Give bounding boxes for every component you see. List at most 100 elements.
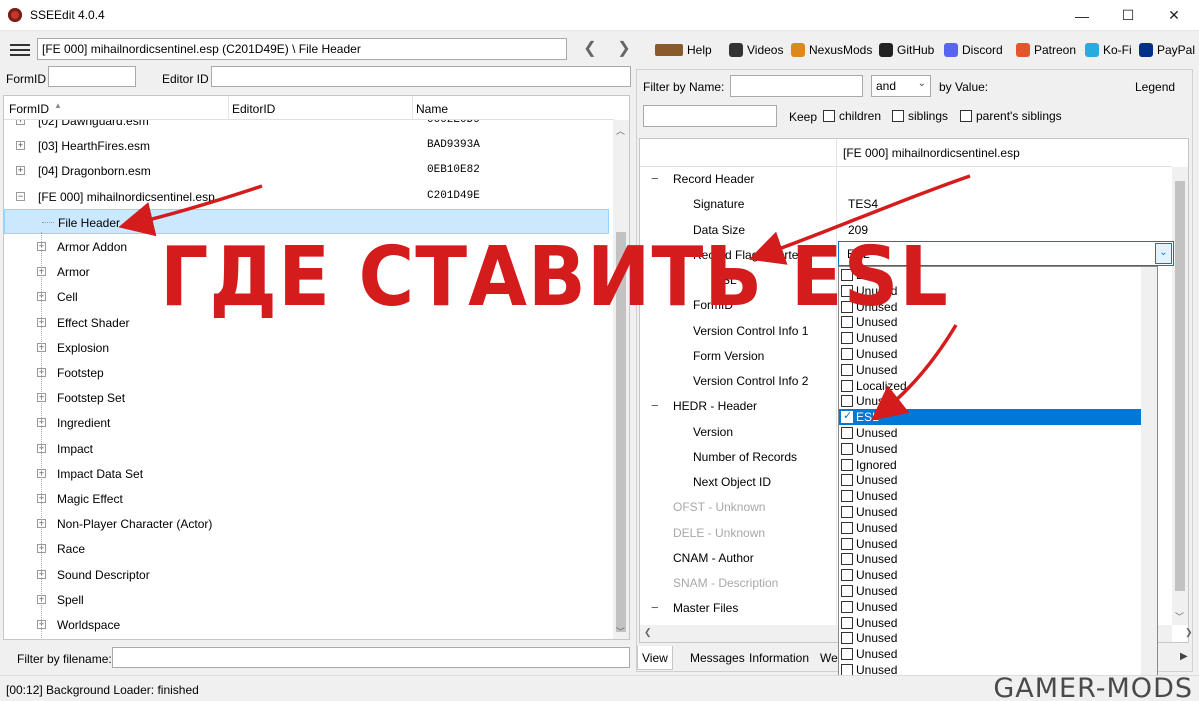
collapse-icon[interactable]: − <box>651 600 659 615</box>
checkbox-icon[interactable] <box>841 474 853 487</box>
tree-row[interactable]: + Footstep Set <box>4 385 609 410</box>
checkbox-icon[interactable] <box>841 585 853 597</box>
toolbar-link-videos[interactable]: Videos <box>729 41 783 59</box>
maximize-button[interactable]: ☐ <box>1105 0 1151 31</box>
tree-row[interactable]: + Armor <box>4 259 609 284</box>
checkbox-icon[interactable] <box>841 379 853 392</box>
collapse-icon[interactable]: − <box>16 191 25 201</box>
tree-row[interactable]: + Non-Player Character (Actor) <box>4 511 609 536</box>
flag-option[interactable]: Unused <box>839 299 1157 315</box>
expand-icon[interactable]: + <box>16 141 25 151</box>
tree-row[interactable]: + Explosion <box>4 335 609 360</box>
tree-row[interactable]: + Armor Addon <box>4 234 609 259</box>
record-row[interactable]: − Record Header <box>640 167 1160 191</box>
flag-option[interactable]: Unused <box>839 283 1157 299</box>
tree-row[interactable]: + [03] HearthFires.esm BAD9393A <box>4 133 609 158</box>
flag-option[interactable]: Unused <box>839 615 1157 631</box>
tree-row[interactable]: − [FE 000] mihailnordicsentinel.esp C201D4… <box>4 184 609 209</box>
checkbox-icon[interactable] <box>841 648 853 661</box>
collapse-icon[interactable]: − <box>671 247 679 262</box>
flag-option[interactable]: Unused <box>839 504 1157 520</box>
tree-row[interactable]: + [04] Dragonborn.esm 0EB10E82 <box>4 158 609 183</box>
tree-row[interactable]: + Impact Data Set <box>4 461 609 486</box>
checkbox-icon[interactable] <box>841 506 853 518</box>
toolbar-link-kofi[interactable]: Ko-Fi <box>1085 41 1132 59</box>
navigation-tree[interactable]: FormID ▲ EditorID Name + [02] Dawnguard.e… <box>3 95 630 640</box>
flag-option[interactable]: Unused <box>839 330 1157 346</box>
flag-option[interactable]: Unused <box>839 425 1157 441</box>
checkbox-checked-icon[interactable] <box>841 409 853 424</box>
checkbox-icon[interactable] <box>841 537 853 550</box>
checkbox-icon[interactable] <box>841 332 853 345</box>
close-button[interactable]: ✕ <box>1151 0 1197 31</box>
tab-messages[interactable]: Messages <box>686 646 749 670</box>
checkbox-icon[interactable] <box>841 316 853 329</box>
flag-option[interactable]: Unused <box>839 599 1157 615</box>
flag-option[interactable]: Unused <box>839 520 1157 536</box>
checkbox-icon[interactable] <box>841 600 853 613</box>
toolbar-link-paypal[interactable]: PayPal <box>1139 41 1195 59</box>
flag-option[interactable]: Unused <box>839 536 1157 552</box>
flag-option[interactable]: Unused <box>839 583 1157 599</box>
editorid-input[interactable] <box>211 66 631 87</box>
keep-siblings-checkbox[interactable]: siblings <box>892 109 948 123</box>
tab-information[interactable]: Information <box>745 646 813 670</box>
col-name[interactable]: Name <box>416 102 448 116</box>
record-scrollbar[interactable]: ﹀ <box>1172 167 1188 625</box>
dropdown-scrollbar[interactable] <box>1141 267 1157 701</box>
checkbox-icon[interactable] <box>841 395 853 408</box>
flag-option[interactable]: Unused <box>839 441 1157 457</box>
menu-icon[interactable] <box>10 44 30 56</box>
toolbar-link-discord[interactable]: Discord <box>944 41 1003 59</box>
tree-row[interactable]: + Effect Shader <box>4 310 609 335</box>
checkbox-icon[interactable] <box>841 521 853 534</box>
checkbox-icon[interactable] <box>841 427 853 439</box>
flag-option[interactable]: ESL <box>839 409 1157 425</box>
minimize-button[interactable]: — <box>1059 0 1105 31</box>
collapse-icon[interactable]: − <box>651 171 659 186</box>
flag-option[interactable]: Unused <box>839 551 1157 567</box>
tree-scroll-thumb[interactable] <box>616 232 626 632</box>
col-editorid[interactable]: EditorID <box>232 102 275 116</box>
tree-row[interactable]: + Ingredient <box>4 410 609 435</box>
checkbox-icon[interactable] <box>841 348 853 360</box>
checkbox-icon[interactable] <box>841 269 853 281</box>
formid-input[interactable] <box>48 66 136 87</box>
record-file-column[interactable]: [FE 000] mihailnordicsentinel.esp <box>843 146 1020 160</box>
tree-scrollbar[interactable]: ︿ ﹀ <box>613 120 629 639</box>
checkbox-icon[interactable] <box>841 632 853 645</box>
tree-row[interactable]: + Worldspace <box>4 612 609 637</box>
flag-option[interactable]: Unused <box>839 630 1157 646</box>
record-flags-combobox[interactable]: ESL ⌄ <box>838 241 1174 266</box>
tree-row[interactable]: + Sound Descriptor <box>4 562 609 587</box>
path-field[interactable]: [FE 000] mihailnordicsentinel.esp (C201D… <box>37 38 567 60</box>
tree-row[interactable]: + Race <box>4 536 609 561</box>
keep-parent-siblings-checkbox[interactable]: parent's siblings <box>960 109 1062 123</box>
checkbox-icon[interactable] <box>841 442 853 455</box>
flag-option[interactable]: Unused <box>839 488 1157 504</box>
flag-option[interactable]: Localized <box>839 378 1157 394</box>
flag-option[interactable]: Ignored <box>839 457 1157 473</box>
checkbox-icon[interactable] <box>841 490 853 503</box>
record-scroll-thumb[interactable] <box>1175 181 1185 591</box>
tree-row[interactable]: + Impact <box>4 436 609 461</box>
chevron-down-icon[interactable]: ⌄ <box>1155 243 1172 264</box>
checkbox-icon[interactable] <box>841 616 853 629</box>
checkbox-icon[interactable] <box>841 284 853 297</box>
filter-name-input[interactable] <box>730 75 863 97</box>
legend-link[interactable]: Legend <box>1135 80 1175 94</box>
checkbox-icon[interactable] <box>841 363 853 376</box>
checkbox-icon[interactable] <box>841 553 853 566</box>
checkbox-icon[interactable] <box>841 458 853 471</box>
tree-row[interactable]: + Cell <box>4 284 609 309</box>
flag-option[interactable]: Unused <box>839 346 1157 362</box>
filter-value-input[interactable] <box>643 105 777 127</box>
toolbar-link-help[interactable]: Help <box>655 41 712 59</box>
tree-row[interactable]: + [02] Dawnguard.esm 0002E0D9 <box>4 120 609 133</box>
checkbox-icon[interactable] <box>841 569 853 582</box>
flag-option[interactable]: Unused <box>839 472 1157 488</box>
tab-view[interactable]: View <box>637 646 673 670</box>
record-flags-dropdown[interactable]: ESM Unused Unused Unused Unused Unused Unused L… <box>838 266 1158 701</box>
flag-option[interactable]: ESM <box>839 267 1157 283</box>
toolbar-link-patreon[interactable]: Patreon <box>1016 41 1076 59</box>
